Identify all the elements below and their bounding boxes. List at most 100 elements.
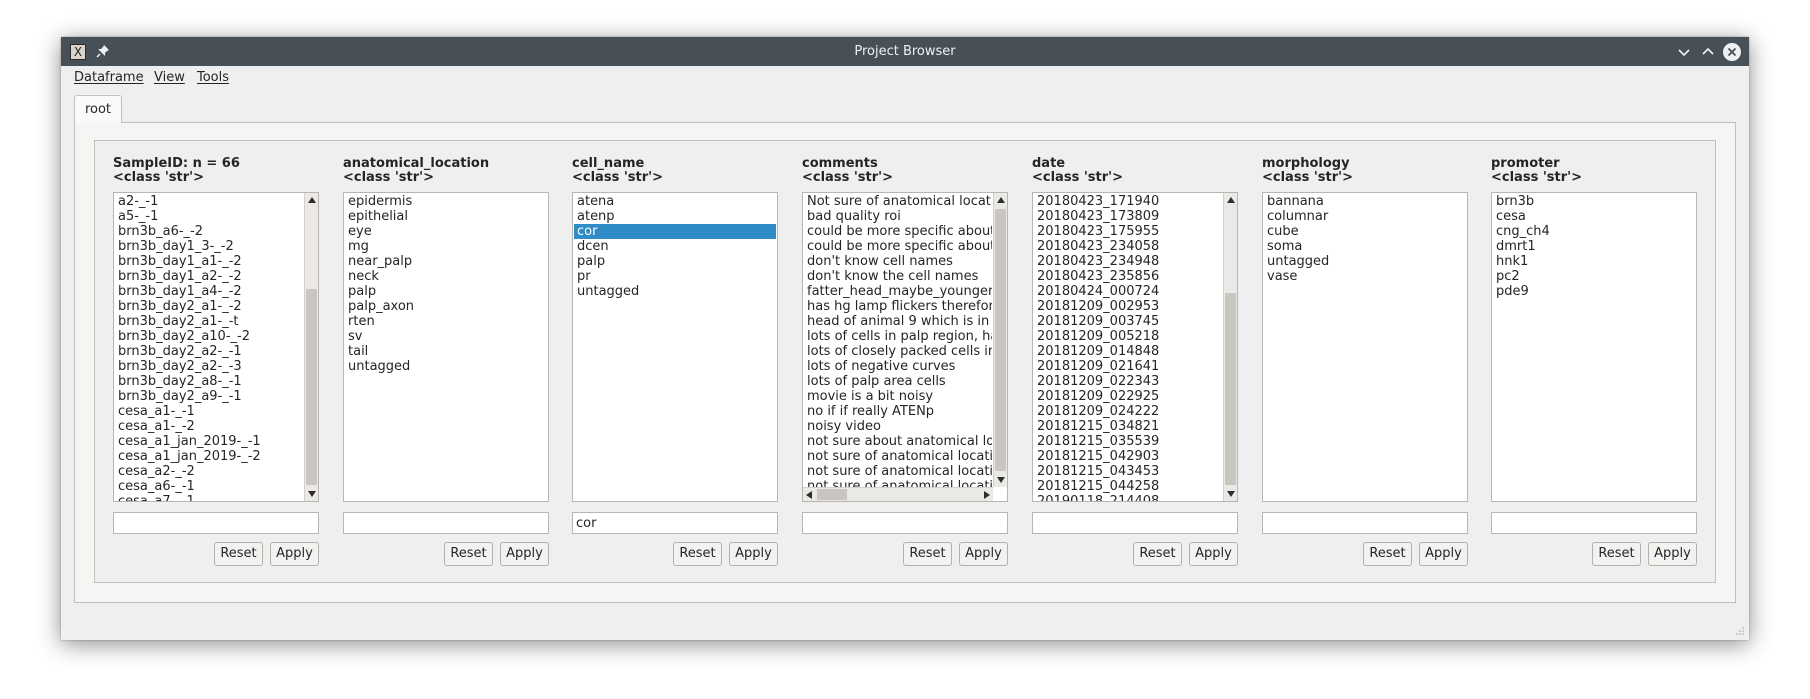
filter-input[interactable] — [572, 512, 778, 534]
menu-view[interactable]: View — [154, 66, 185, 90]
list-item[interactable]: don't know the cell names — [804, 269, 992, 284]
filter-input[interactable] — [802, 512, 1008, 534]
scroll-down-arrow-icon[interactable] — [1227, 491, 1235, 497]
list-item[interactable]: lots of cells in palp region, hard — [804, 329, 992, 344]
list-item[interactable]: untagged — [574, 284, 776, 299]
list-item[interactable]: not sure of anatomical location — [804, 464, 992, 479]
list-item[interactable]: dmrt1 — [1493, 239, 1695, 254]
horizontal-scrollbar[interactable] — [803, 487, 993, 501]
list-item[interactable]: 20181215_035539 — [1034, 434, 1222, 449]
minimize-icon[interactable] — [1675, 43, 1693, 61]
list-item[interactable]: cesa_a1-_-2 — [115, 419, 303, 434]
list-item[interactable]: bannana — [1264, 194, 1466, 209]
list-item[interactable]: movie is a bit noisy — [804, 389, 992, 404]
scroll-right-arrow-icon[interactable] — [984, 491, 990, 499]
vertical-scrollbar[interactable] — [304, 193, 318, 501]
list-item[interactable]: brn3b_a6-_-2 — [115, 224, 303, 239]
list-item[interactable]: palp — [574, 254, 776, 269]
list-item[interactable]: sv — [345, 329, 547, 344]
scroll-down-arrow-icon[interactable] — [997, 477, 1005, 483]
list-item[interactable]: brn3b_day2_a2-_-3 — [115, 359, 303, 374]
list-item[interactable]: brn3b_day2_a1-_-2 — [115, 299, 303, 314]
list-item[interactable]: 20180423_175955 — [1034, 224, 1222, 239]
list-item[interactable]: brn3b_day2_a1-_-t — [115, 314, 303, 329]
list-item[interactable]: 20181215_034821 — [1034, 419, 1222, 434]
list-item[interactable]: 20181209_021641 — [1034, 359, 1222, 374]
reset-button[interactable]: Reset — [214, 542, 263, 566]
vertical-scrollbar[interactable] — [1223, 193, 1237, 501]
scroll-thumb[interactable] — [995, 209, 1006, 471]
list-item[interactable]: 20190118_214408 — [1034, 494, 1222, 501]
maximize-icon[interactable] — [1699, 43, 1717, 61]
list-item[interactable]: pr — [574, 269, 776, 284]
list-item[interactable]: cesa_a1-_-1 — [115, 404, 303, 419]
list-item[interactable]: atena — [574, 194, 776, 209]
list-item[interactable]: lots of negative curves — [804, 359, 992, 374]
list-item[interactable]: cor — [574, 224, 776, 239]
list-item[interactable]: 20181209_003745 — [1034, 314, 1222, 329]
list-item[interactable]: no if if really ATENp — [804, 404, 992, 419]
list-item[interactable]: brn3b_day2_a8-_-1 — [115, 374, 303, 389]
list-item[interactable]: noisy video — [804, 419, 992, 434]
reset-button[interactable]: Reset — [1133, 542, 1182, 566]
list-item[interactable]: fatter_head_maybe_younger — [804, 284, 992, 299]
list-item[interactable]: columnar — [1264, 209, 1466, 224]
list-item[interactable]: don't know cell names — [804, 254, 992, 269]
list-item[interactable]: lots of closely packed cells in S — [804, 344, 992, 359]
list-item[interactable]: neck — [345, 269, 547, 284]
apply-button[interactable]: Apply — [270, 542, 319, 566]
list-item[interactable]: 20180423_234948 — [1034, 254, 1222, 269]
list-item[interactable]: untagged — [345, 359, 547, 374]
list-item[interactable]: cesa_a1_jan_2019-_-1 — [115, 434, 303, 449]
filter-input[interactable] — [1262, 512, 1468, 534]
apply-button[interactable]: Apply — [729, 542, 778, 566]
values-listbox[interactable]: brn3b cesa cng_ch4 dmrt1 hnk1 pc2 pde9 — [1491, 192, 1697, 502]
list-item[interactable]: 20180423_235856 — [1034, 269, 1222, 284]
list-item[interactable]: 20180424_000724 — [1034, 284, 1222, 299]
list-item[interactable]: 20181209_022343 — [1034, 374, 1222, 389]
apply-button[interactable]: Apply — [1648, 542, 1697, 566]
filter-input[interactable] — [1491, 512, 1697, 534]
list-item[interactable]: brn3b_day1_a4-_-2 — [115, 284, 303, 299]
resize-grip-icon[interactable] — [1735, 626, 1745, 636]
list-item[interactable]: palp — [345, 284, 547, 299]
menu-dataframe[interactable]: Dataframe — [74, 66, 144, 90]
list-item[interactable]: cesa_a6-_-1 — [115, 479, 303, 494]
title-bar[interactable]: X Project Browser — [61, 37, 1749, 66]
list-item[interactable]: atenp — [574, 209, 776, 224]
values-listbox[interactable]: Not sure of anatomical location bad quali… — [802, 192, 1008, 502]
list-item[interactable]: lots of palp area cells — [804, 374, 992, 389]
list-item[interactable]: brn3b_day1_a1-_-2 — [115, 254, 303, 269]
list-item[interactable]: brn3b — [1493, 194, 1695, 209]
list-item[interactable]: pc2 — [1493, 269, 1695, 284]
list-item[interactable]: pde9 — [1493, 284, 1695, 299]
list-item[interactable]: vase — [1264, 269, 1466, 284]
values-listbox[interactable]: bannana columnar cube soma untagged vase — [1262, 192, 1468, 502]
list-item[interactable]: epithelial — [345, 209, 547, 224]
list-item[interactable]: cube — [1264, 224, 1466, 239]
scroll-thumb[interactable] — [1225, 293, 1236, 485]
list-item[interactable]: could be more specific about ce — [804, 224, 992, 239]
list-item[interactable]: cng_ch4 — [1493, 224, 1695, 239]
tab-root[interactable]: root — [74, 95, 122, 123]
menu-tools[interactable]: Tools — [197, 66, 229, 90]
apply-button[interactable]: Apply — [959, 542, 1008, 566]
list-item[interactable]: 20181215_044258 — [1034, 479, 1222, 494]
list-item[interactable]: eye — [345, 224, 547, 239]
list-item[interactable]: 20181209_024222 — [1034, 404, 1222, 419]
reset-button[interactable]: Reset — [1363, 542, 1412, 566]
reset-button[interactable]: Reset — [903, 542, 952, 566]
list-item[interactable]: brn3b_day1_3-_-2 — [115, 239, 303, 254]
list-item[interactable]: cesa — [1493, 209, 1695, 224]
scroll-up-arrow-icon[interactable] — [1227, 197, 1235, 203]
list-item[interactable]: has hg lamp flickers therefore r — [804, 299, 992, 314]
reset-button[interactable]: Reset — [1592, 542, 1641, 566]
scroll-down-arrow-icon[interactable] — [308, 491, 316, 497]
list-item[interactable]: 20181209_005218 — [1034, 329, 1222, 344]
list-item[interactable]: palp_axon — [345, 299, 547, 314]
list-item[interactable]: 20181215_042903 — [1034, 449, 1222, 464]
scroll-up-arrow-icon[interactable] — [997, 197, 1005, 203]
list-item[interactable]: 20181209_002953 — [1034, 299, 1222, 314]
list-item[interactable]: brn3b_day2_a2-_-1 — [115, 344, 303, 359]
values-listbox[interactable]: a2-_-1 a5-_-1 brn3b_a6-_-2 brn3b_day1_3-_-2… — [113, 192, 319, 502]
